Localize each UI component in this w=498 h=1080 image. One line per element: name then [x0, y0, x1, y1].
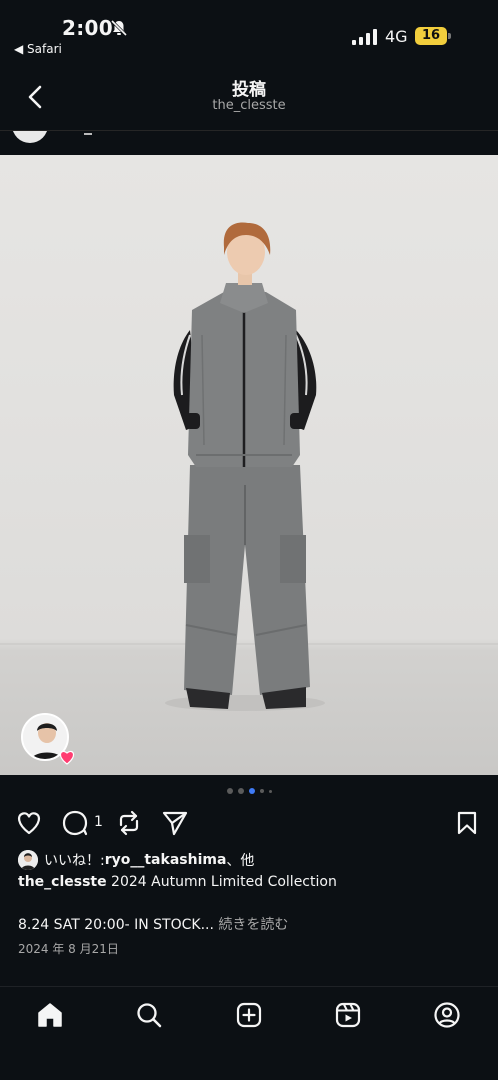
- send-icon: [162, 811, 188, 836]
- likes-suffix: 、他: [226, 853, 255, 869]
- save-button[interactable]: [452, 808, 482, 838]
- post-caption-continued: 8.24 SAT 20:00- IN STOCK... 続きを読む: [18, 914, 288, 934]
- post-actions: 1: [0, 806, 498, 840]
- nav-header: 投稿 the_clesste: [0, 62, 498, 130]
- likes-summary[interactable]: いいね！: ryo__takashima 、他: [18, 849, 254, 871]
- battery-level: 16: [415, 27, 447, 45]
- avatar: [18, 850, 38, 870]
- model-figure: [165, 222, 325, 711]
- carousel-dot: [259, 789, 264, 793]
- carousel-indicator: [0, 786, 498, 796]
- like-button[interactable]: [14, 808, 44, 838]
- post-image[interactable]: [0, 155, 498, 775]
- heart-badge-icon: [59, 750, 75, 765]
- carousel-dot: [226, 788, 233, 794]
- page-title: 投稿: [232, 80, 266, 100]
- comment-count: 1: [94, 814, 103, 830]
- comment-button[interactable]: [60, 808, 90, 838]
- tab-search[interactable]: [133, 999, 165, 1031]
- likes-prefix: いいね！:: [44, 853, 105, 869]
- read-more-link[interactable]: 続きを読む: [214, 917, 288, 933]
- back-to-safari-link[interactable]: ◀ Safari: [14, 42, 62, 56]
- post-date: 2024 年 8 月21日: [18, 942, 119, 956]
- carousel-dot-active: [248, 788, 255, 794]
- carousel-dot: [237, 788, 244, 794]
- battery-tip: [448, 33, 451, 39]
- repost-button[interactable]: [114, 808, 144, 838]
- bottom-tab-bar: [0, 986, 498, 1080]
- home-icon: [38, 1003, 62, 1027]
- search-icon: [137, 1003, 162, 1028]
- plus-square-icon: [236, 1002, 262, 1028]
- repost-icon: [119, 810, 139, 836]
- network-type: 4G: [385, 27, 408, 46]
- bookmark-icon: [457, 811, 477, 835]
- tab-home[interactable]: [34, 999, 66, 1031]
- caption-text: 2024 Autumn Limited Collection: [106, 874, 337, 890]
- likes-username[interactable]: ryo__takashima: [105, 852, 227, 868]
- caption-username[interactable]: the_clesste: [18, 874, 107, 890]
- page-subtitle: the_clesste: [212, 98, 286, 113]
- tab-profile[interactable]: [431, 999, 463, 1031]
- tab-reels[interactable]: [332, 999, 364, 1031]
- profile-icon: [434, 1002, 460, 1028]
- avatar[interactable]: [12, 131, 48, 143]
- reels-icon: [335, 1002, 361, 1028]
- carousel-dot: [268, 789, 272, 793]
- username-fragment: [84, 133, 92, 135]
- person-photo: [18, 850, 38, 870]
- battery-icon: 16: [415, 27, 451, 45]
- comment-icon: [62, 810, 88, 836]
- status-time: 2:00: [62, 16, 113, 40]
- previous-post-header: [0, 131, 498, 155]
- share-button[interactable]: [160, 808, 190, 838]
- caption-text-line2: 8.24 SAT 20:00- IN STOCK...: [18, 917, 214, 933]
- signal-icon: [352, 29, 377, 45]
- heart-icon: [17, 812, 41, 835]
- post-caption: the_clesste 2024 Autumn Limited Collecti…: [18, 874, 337, 890]
- status-bar: 2:00 ◀ Safari 4G 16: [0, 0, 498, 62]
- tab-create[interactable]: [233, 999, 265, 1031]
- bell-off-icon: [110, 19, 128, 37]
